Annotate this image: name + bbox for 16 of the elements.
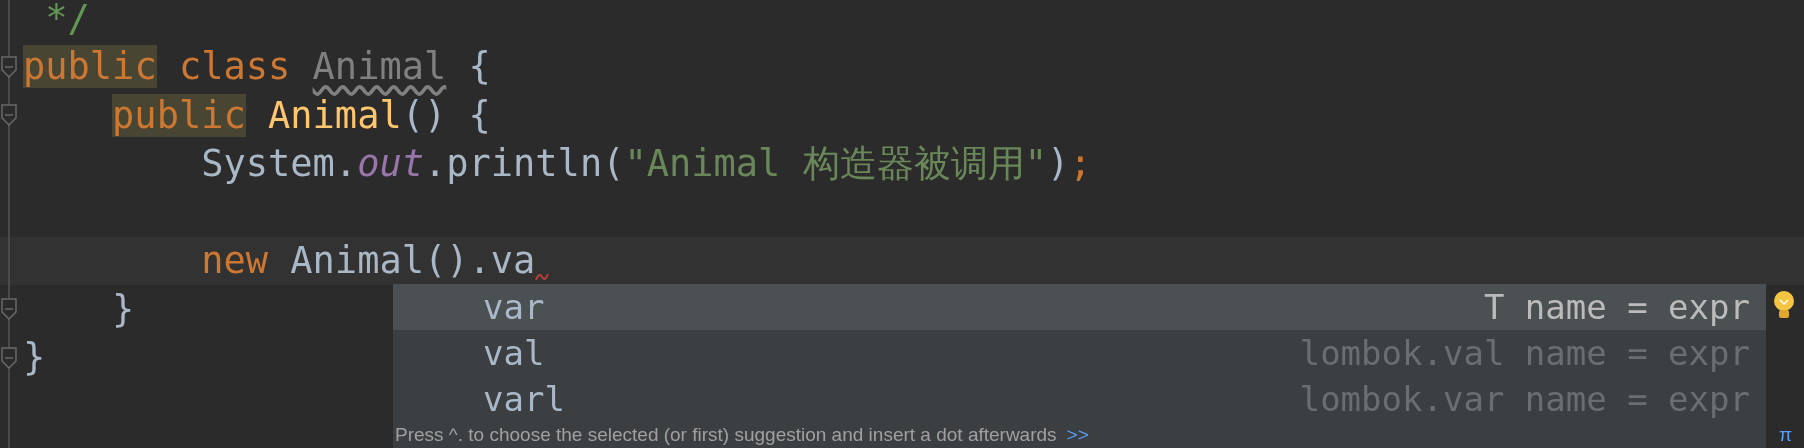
fold-icon[interactable]	[1, 104, 17, 127]
hint-text: Press ^. to choose the selected (or first) suggestion and insert a dot afterwards	[395, 424, 1057, 446]
fold-icon[interactable]	[1, 346, 17, 369]
corner-symbol: π	[1778, 424, 1792, 446]
code-line: }	[112, 287, 135, 331]
hint-link[interactable]: >>	[1066, 424, 1089, 446]
error-squiggle-icon	[535, 272, 550, 283]
fold-icon[interactable]	[1, 298, 17, 321]
code-line: }	[23, 336, 46, 380]
code-line: new Animal().va	[201, 239, 536, 283]
code-line: System.out.println("Animal 构造器被调用");	[201, 140, 1092, 187]
code-line: public class Animal {	[23, 45, 491, 89]
code-line: public Animal() {	[112, 93, 491, 137]
code-line: */	[44, 0, 90, 40]
fold-icon[interactable]	[1, 55, 17, 78]
completion-item[interactable]: var T name = expr	[393, 284, 1766, 330]
